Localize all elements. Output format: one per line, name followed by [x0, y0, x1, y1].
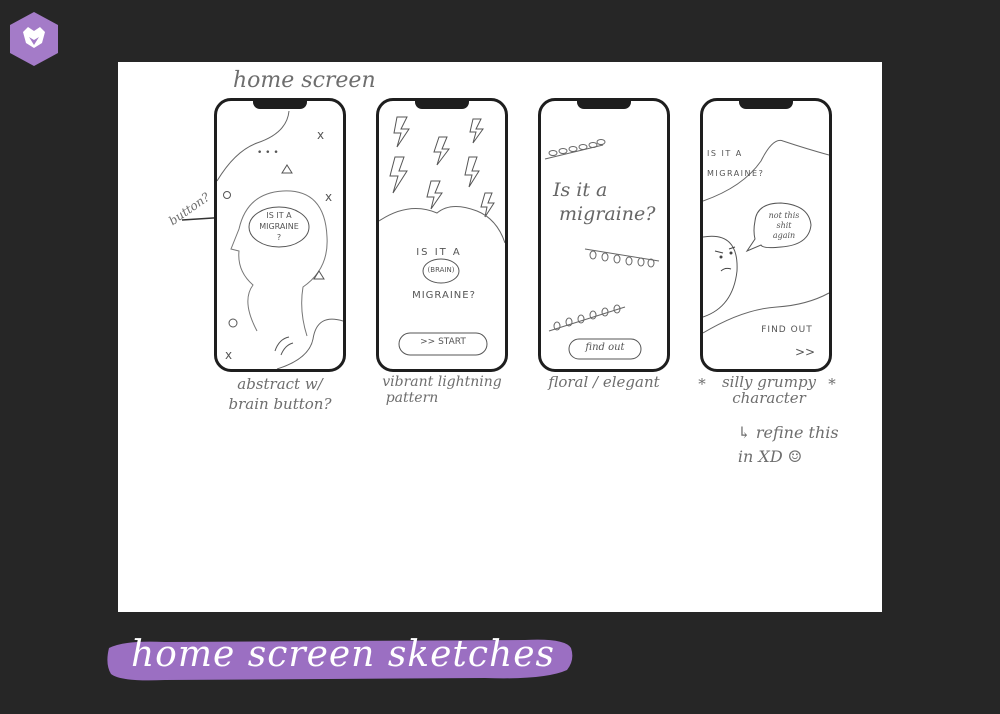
phone1-line3: ?: [276, 233, 282, 242]
find-out-button[interactable]: find out: [569, 342, 641, 353]
phone3-line1: Is it a: [553, 179, 608, 201]
caption-3-line1: floral / elegant: [548, 373, 660, 391]
page-banner-title: home screen sketches: [130, 634, 555, 675]
chevrons-icon[interactable]: >>: [793, 345, 817, 359]
svg-text:x: x: [317, 128, 324, 142]
note-line1: ↳ refine this: [737, 423, 839, 442]
bubble-line1: not this: [768, 211, 800, 220]
bubble-line3: again: [772, 231, 796, 240]
phone-sketch-floral: Is it a migraine? find out: [538, 98, 670, 372]
phone4-line1: IS IT A: [707, 149, 743, 158]
lightning-scene: [379, 116, 505, 356]
phone3-line2: migraine?: [559, 203, 656, 225]
start-button[interactable]: >> START: [399, 337, 487, 347]
sketch-heading: home screen: [233, 68, 376, 93]
svg-text:x: x: [225, 348, 232, 362]
caption-2-line2: pattern: [385, 390, 439, 406]
find-out-action[interactable]: FIND OUT: [747, 325, 827, 335]
phone2-line3: MIGRAINE?: [412, 290, 476, 301]
hexagon-fox-logo: [10, 12, 58, 66]
caption-4-line2: character: [732, 389, 806, 407]
phone2-line1: IS IT A: [416, 247, 462, 258]
phone-sketch-character: IS IT A MIGRAINE? not this shit again FI…: [700, 98, 832, 372]
caption-2-line1: vibrant lightning: [382, 374, 502, 390]
floral-scene: [544, 139, 660, 360]
caption-1-line1: abstract w/: [237, 375, 323, 393]
phone1-line1: IS IT A: [266, 211, 292, 220]
phone4-line2: MIGRAINE?: [707, 169, 765, 178]
bubble-line2: shit: [776, 221, 792, 230]
svg-text:x: x: [325, 190, 332, 204]
note-line2: in XD ☺: [737, 447, 803, 466]
phone-sketch-lightning: IS IT A (BRAIN) MIGRAINE? >> START: [376, 98, 508, 372]
phone2-line2: (BRAIN): [427, 266, 455, 274]
phone1-line2[interactable]: MIGRAINE: [249, 222, 309, 231]
sketch-paper: home screen button? x x x • • • IS IT A …: [118, 62, 882, 612]
phone-sketch-abstract: x x x • • • IS IT A MIGRAINE ?: [214, 98, 346, 372]
caption-1-line2: brain button?: [228, 395, 332, 413]
svg-text:• • •: • • •: [257, 148, 279, 158]
